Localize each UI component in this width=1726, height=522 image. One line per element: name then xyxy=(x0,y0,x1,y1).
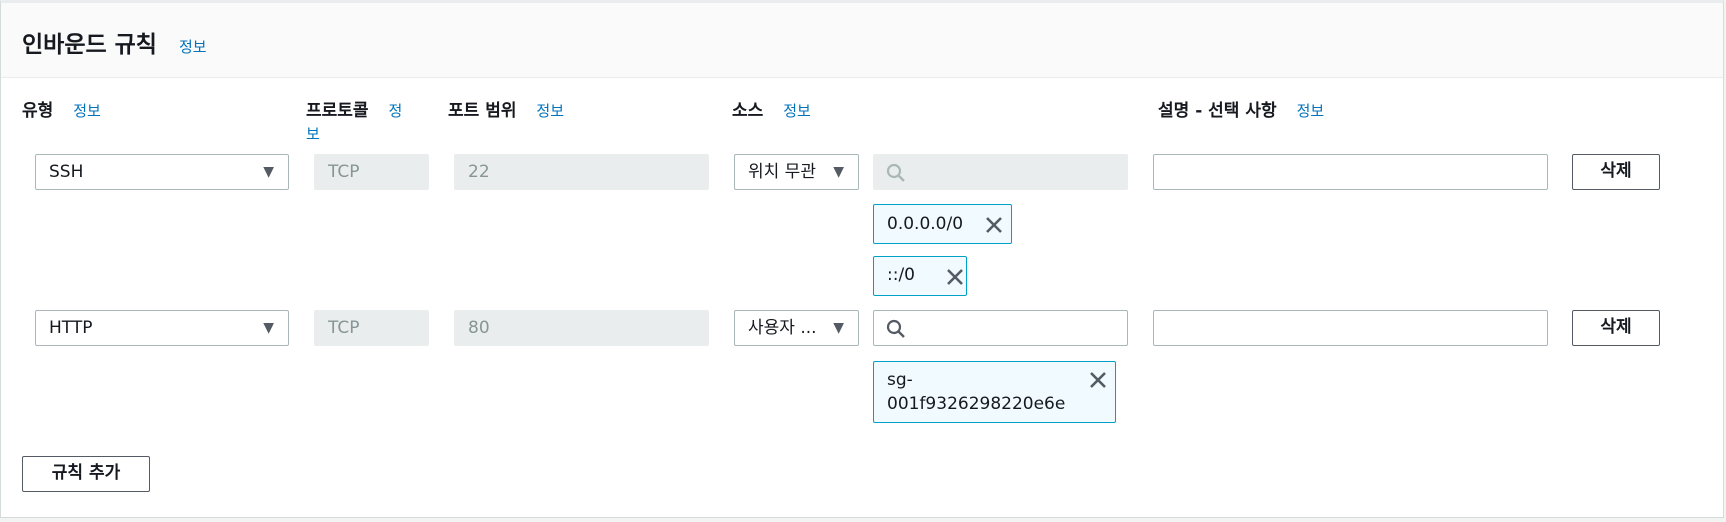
type-info-link[interactable]: 정보 xyxy=(73,102,101,120)
column-header-source: 소스 정보 xyxy=(732,96,811,121)
source-chip-label: sg- xyxy=(887,370,913,390)
description-input[interactable] xyxy=(1153,154,1548,190)
protocol-info-link[interactable]: 정 xyxy=(388,102,402,120)
source-type-select[interactable]: 사용자 ... ▼ xyxy=(734,310,859,346)
description-info-link[interactable]: 정보 xyxy=(1297,102,1325,120)
close-icon[interactable] xyxy=(983,214,1005,236)
panel-header: 인바운드 규칙 정보 xyxy=(1,3,1723,78)
type-select-value: HTTP xyxy=(49,318,93,338)
type-select[interactable]: SSH ▼ xyxy=(35,154,289,190)
column-label-protocol: 프로토콜 xyxy=(306,101,369,121)
source-chip: ::/0 xyxy=(873,256,967,296)
header-info-link[interactable]: 정보 xyxy=(179,38,207,56)
panel-title-text: 인바운드 규칙 xyxy=(22,32,157,58)
column-label-type: 유형 xyxy=(22,101,54,121)
close-icon[interactable] xyxy=(1087,369,1109,391)
column-label-port: 포트 범위 xyxy=(448,101,517,121)
search-icon xyxy=(886,319,905,338)
column-header-port: 포트 범위 정보 xyxy=(448,96,564,121)
column-label-source: 소스 xyxy=(732,101,764,121)
caret-down-icon: ▼ xyxy=(263,320,274,336)
caret-down-icon: ▼ xyxy=(833,320,844,336)
port-range-field: 22 xyxy=(454,154,709,190)
caret-down-icon: ▼ xyxy=(833,164,844,180)
inbound-rules-panel: 인바운드 규칙 정보 유형 정보 프로토콜 정 보 포트 범위 정보 소스 정보… xyxy=(0,0,1724,518)
source-search-input[interactable] xyxy=(873,310,1128,346)
caret-down-icon: ▼ xyxy=(263,164,274,180)
source-type-select[interactable]: 위치 무관 ▼ xyxy=(734,154,859,190)
protocol-field: TCP xyxy=(314,154,429,190)
protocol-field: TCP xyxy=(314,310,429,346)
port-range-field: 80 xyxy=(454,310,709,346)
type-select[interactable]: HTTP ▼ xyxy=(35,310,289,346)
source-chip: 0.0.0.0/0 xyxy=(873,204,1012,244)
column-label-description: 설명 - 선택 사항 xyxy=(1158,101,1277,121)
source-chip-label: 0.0.0.0/0 xyxy=(887,214,964,234)
source-chip-label: 001f9326298220e6e xyxy=(887,394,1066,414)
source-type-value: 위치 무관 xyxy=(748,162,816,182)
close-icon[interactable] xyxy=(944,266,966,288)
port-info-link[interactable]: 정보 xyxy=(536,102,564,120)
protocol-info-link-wrap[interactable]: 보 xyxy=(306,123,320,144)
source-chip: sg- 001f9326298220e6e xyxy=(873,361,1116,423)
column-header-type: 유형 정보 xyxy=(22,96,101,121)
delete-rule-button[interactable]: 삭제 xyxy=(1572,154,1660,190)
column-header-description: 설명 - 선택 사항 정보 xyxy=(1158,96,1324,121)
delete-rule-button[interactable]: 삭제 xyxy=(1572,310,1660,346)
column-header-protocol: 프로토콜 정 xyxy=(306,96,402,121)
description-input[interactable] xyxy=(1153,310,1548,346)
source-chip-label: ::/0 xyxy=(887,265,915,285)
source-info-link[interactable]: 정보 xyxy=(783,102,811,120)
search-icon xyxy=(886,163,905,182)
add-rule-button[interactable]: 규칙 추가 xyxy=(22,456,150,492)
source-type-value: 사용자 ... xyxy=(748,318,817,338)
type-select-value: SSH xyxy=(49,162,84,182)
panel-title: 인바운드 규칙 정보 xyxy=(22,25,207,59)
source-search-input xyxy=(873,154,1128,190)
